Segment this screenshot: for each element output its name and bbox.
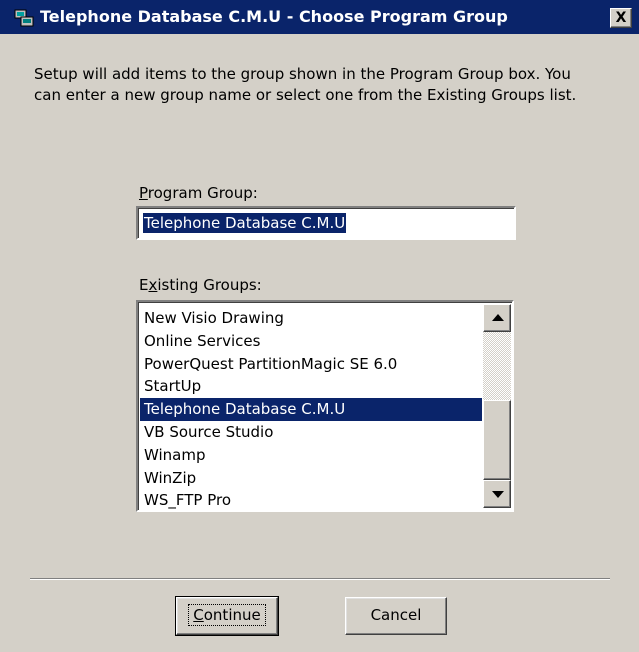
continue-label: Continue xyxy=(188,604,266,626)
program-group-label: Program Group: xyxy=(139,184,258,202)
list-item[interactable]: Telephone Database C.M.U xyxy=(140,398,482,421)
title-bar: Telephone Database C.M.U - Choose Progra… xyxy=(0,0,639,34)
list-item[interactable]: Winamp xyxy=(140,444,482,467)
list-item[interactable]: StartUp xyxy=(140,375,482,398)
scroll-down-button[interactable] xyxy=(483,480,511,508)
scroll-up-arrow-icon xyxy=(492,314,504,321)
list-item[interactable]: PowerQuest PartitionMagic SE 6.0 xyxy=(140,353,482,376)
existing-groups-label: Existing Groups: xyxy=(139,276,262,294)
list-item[interactable]: Online Services xyxy=(140,330,482,353)
list-item[interactable]: New Visio Drawing xyxy=(140,307,482,330)
list-item[interactable]: VB Source Studio xyxy=(140,421,482,444)
continue-button[interactable]: Continue xyxy=(175,596,279,636)
list-item[interactable]: WinZip xyxy=(140,467,482,490)
window-title: Telephone Database C.M.U - Choose Progra… xyxy=(40,7,508,26)
cancel-button[interactable]: Cancel xyxy=(345,597,447,635)
close-button[interactable]: X xyxy=(610,8,632,28)
scroll-down-arrow-icon xyxy=(492,491,504,498)
setup-description: Setup will add items to the group shown … xyxy=(34,65,577,104)
divider xyxy=(30,578,610,580)
setup-computer-icon xyxy=(14,9,34,27)
list-items: New Visio Drawing Online Services PowerQ… xyxy=(140,307,482,510)
existing-groups-list[interactable]: New Visio Drawing Online Services PowerQ… xyxy=(136,300,514,512)
close-icon: X xyxy=(615,10,627,26)
scroll-thumb[interactable] xyxy=(483,400,511,480)
program-group-value: Telephone Database C.M.U xyxy=(143,213,347,233)
scroll-up-button[interactable] xyxy=(483,304,511,332)
list-scrollbar[interactable] xyxy=(483,304,511,508)
program-group-input[interactable]: Telephone Database C.M.U xyxy=(136,206,516,240)
list-item[interactable]: WS_FTP Pro xyxy=(140,489,482,510)
